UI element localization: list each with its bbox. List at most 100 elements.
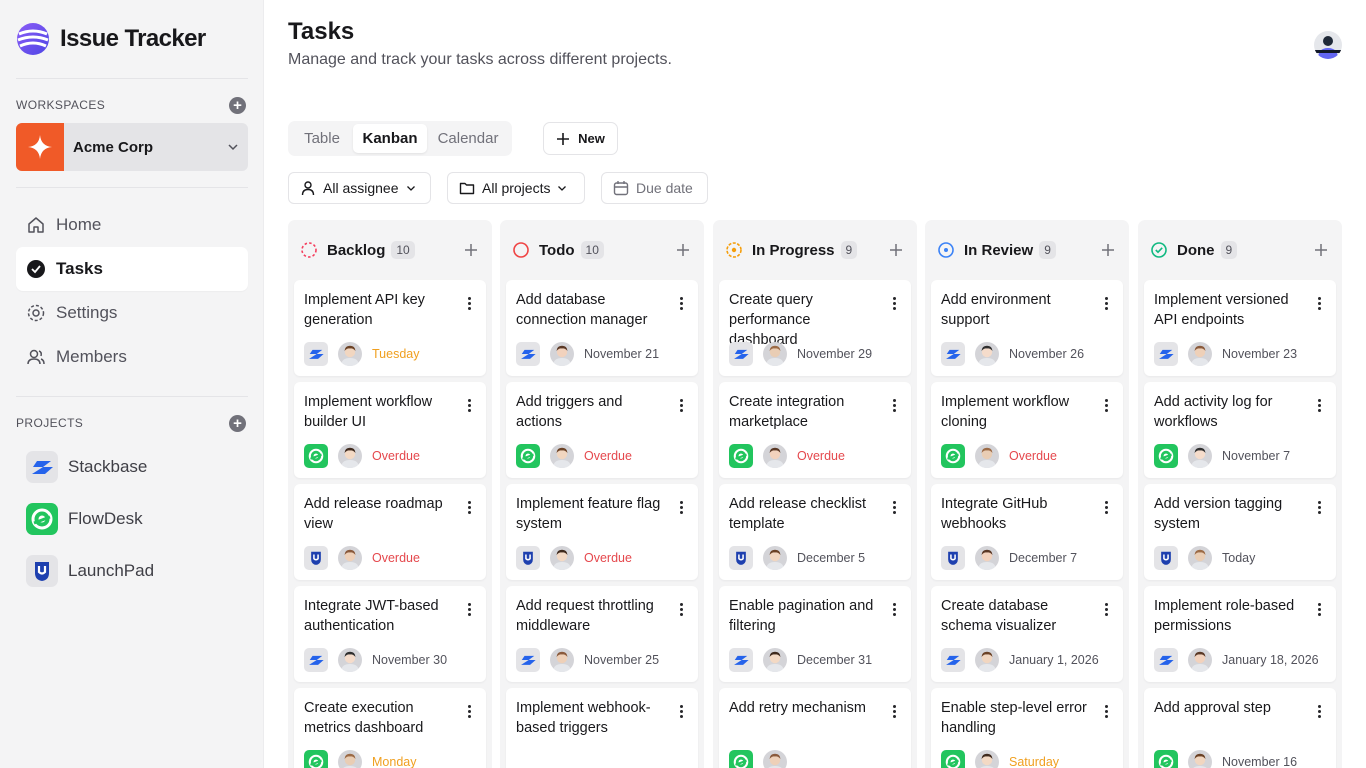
more-vertical-icon[interactable] xyxy=(1105,501,1109,514)
tab-calendar[interactable]: Calendar xyxy=(427,124,509,153)
more-vertical-icon[interactable] xyxy=(893,603,897,616)
tab-kanban[interactable]: Kanban xyxy=(353,124,427,153)
task-card[interactable]: Add database connection manager November … xyxy=(506,280,698,376)
task-card[interactable]: Create execution metrics dashboard Monday xyxy=(294,688,486,768)
assignee-avatar[interactable] xyxy=(763,648,787,672)
assignee-avatar[interactable] xyxy=(1188,546,1212,570)
task-card[interactable]: Implement feature flag system Overdue xyxy=(506,484,698,580)
more-vertical-icon[interactable] xyxy=(1105,399,1109,412)
more-vertical-icon[interactable] xyxy=(468,603,472,616)
more-vertical-icon[interactable] xyxy=(468,501,472,514)
task-card[interactable]: Implement workflow builder UI Overdue xyxy=(294,382,486,478)
more-vertical-icon[interactable] xyxy=(1318,501,1322,514)
more-vertical-icon[interactable] xyxy=(468,399,472,412)
more-vertical-icon[interactable] xyxy=(1105,297,1109,310)
task-card[interactable]: Add approval step November 16 xyxy=(1144,688,1336,768)
task-card[interactable]: Add release roadmap view Overdue xyxy=(294,484,486,580)
more-vertical-icon[interactable] xyxy=(893,297,897,310)
nav-members[interactable]: Members xyxy=(16,335,248,379)
tab-table[interactable]: Table xyxy=(291,124,353,153)
app-logo[interactable]: Issue Tracker xyxy=(16,22,206,56)
task-card[interactable]: Implement role-based permissions January … xyxy=(1144,586,1336,682)
more-vertical-icon[interactable] xyxy=(680,705,684,718)
due-date: November 30 xyxy=(372,653,448,667)
assignee-avatar[interactable] xyxy=(763,444,787,468)
task-card[interactable]: Implement workflow cloning Overdue xyxy=(931,382,1123,478)
add-project-button[interactable]: + xyxy=(229,415,246,432)
task-card[interactable]: Implement versioned API endpoints Novembe… xyxy=(1144,280,1336,376)
more-vertical-icon[interactable] xyxy=(1105,705,1109,718)
assignee-avatar[interactable] xyxy=(338,750,362,768)
assignee-avatar[interactable] xyxy=(975,546,999,570)
assignee-filter[interactable]: All assignee xyxy=(288,172,431,204)
assignee-avatar[interactable] xyxy=(550,648,574,672)
add-task-icon[interactable] xyxy=(1101,243,1115,257)
task-card[interactable]: Add version tagging system Today xyxy=(1144,484,1336,580)
assignee-avatar[interactable] xyxy=(550,546,574,570)
workspace-switcher[interactable]: Acme Corp xyxy=(16,123,248,171)
add-task-icon[interactable] xyxy=(464,243,478,257)
task-card[interactable]: Enable step-level error handling Saturday xyxy=(931,688,1123,768)
task-card[interactable]: Add release checklist template December 5 xyxy=(719,484,911,580)
assignee-avatar[interactable] xyxy=(1188,444,1212,468)
sidebar-project-launchpad[interactable]: LaunchPad xyxy=(26,554,154,588)
task-card[interactable]: Add environment support November 26 xyxy=(931,280,1123,376)
more-vertical-icon[interactable] xyxy=(893,501,897,514)
add-workspace-button[interactable]: + xyxy=(229,97,246,114)
more-vertical-icon[interactable] xyxy=(680,297,684,310)
task-card[interactable]: Add activity log for workflows November 7 xyxy=(1144,382,1336,478)
add-task-icon[interactable] xyxy=(676,243,690,257)
sidebar-project-flowdesk[interactable]: FlowDesk xyxy=(26,502,143,536)
add-task-icon[interactable] xyxy=(889,243,903,257)
assignee-avatar[interactable] xyxy=(550,342,574,366)
assignee-avatar[interactable] xyxy=(763,342,787,366)
task-card[interactable]: Implement webhook-based triggersWednesda… xyxy=(506,688,698,768)
task-card[interactable]: Create query performance dashboard Novemb… xyxy=(719,280,911,376)
assignee-avatar[interactable] xyxy=(338,546,362,570)
nav-home[interactable]: Home xyxy=(16,203,248,247)
more-vertical-icon[interactable] xyxy=(1318,705,1322,718)
more-vertical-icon[interactable] xyxy=(893,705,897,718)
more-vertical-icon[interactable] xyxy=(1318,603,1322,616)
assignee-avatar[interactable] xyxy=(763,546,787,570)
assignee-avatar[interactable] xyxy=(975,648,999,672)
task-card[interactable]: Implement API key generation Tuesday xyxy=(294,280,486,376)
task-card[interactable]: Integrate JWT-based authentication Novemb… xyxy=(294,586,486,682)
assignee-avatar[interactable] xyxy=(338,648,362,672)
projects-filter[interactable]: All projects xyxy=(447,172,585,204)
assignee-avatar[interactable] xyxy=(1188,648,1212,672)
due-date-filter[interactable]: Due date xyxy=(601,172,708,204)
more-vertical-icon[interactable] xyxy=(680,399,684,412)
more-vertical-icon[interactable] xyxy=(680,603,684,616)
more-vertical-icon[interactable] xyxy=(1318,297,1322,310)
task-card[interactable]: Add triggers and actions Overdue xyxy=(506,382,698,478)
task-card[interactable]: Add request throttling middleware Novembe… xyxy=(506,586,698,682)
assignee-avatar[interactable] xyxy=(1188,750,1212,768)
more-vertical-icon[interactable] xyxy=(1318,399,1322,412)
add-task-icon[interactable] xyxy=(1314,243,1328,257)
task-card[interactable]: Enable pagination and filtering December … xyxy=(719,586,911,682)
more-vertical-icon[interactable] xyxy=(893,399,897,412)
more-vertical-icon[interactable] xyxy=(1105,603,1109,616)
assignee-avatar[interactable] xyxy=(975,750,999,768)
column-title: Backlog xyxy=(327,241,386,259)
assignee-avatar[interactable] xyxy=(550,444,574,468)
task-card[interactable]: Create integration marketplace Overdue xyxy=(719,382,911,478)
assignee-avatar[interactable] xyxy=(1188,342,1212,366)
user-avatar[interactable] xyxy=(1314,31,1342,59)
task-card[interactable]: Create database schema visualizer January… xyxy=(931,586,1123,682)
assignee-avatar[interactable] xyxy=(975,342,999,366)
task-card[interactable]: Integrate GitHub webhooks December 7 xyxy=(931,484,1123,580)
nav-settings[interactable]: Settings xyxy=(16,291,248,335)
more-vertical-icon[interactable] xyxy=(468,705,472,718)
more-vertical-icon[interactable] xyxy=(468,297,472,310)
more-vertical-icon[interactable] xyxy=(680,501,684,514)
new-task-button[interactable]: New xyxy=(543,122,618,155)
nav-tasks[interactable]: Tasks xyxy=(16,247,248,291)
assignee-avatar[interactable] xyxy=(763,750,787,768)
task-card[interactable]: Add retry mechanism xyxy=(719,688,911,768)
assignee-avatar[interactable] xyxy=(338,444,362,468)
sidebar-project-stackbase[interactable]: Stackbase xyxy=(26,450,147,484)
assignee-avatar[interactable] xyxy=(975,444,999,468)
assignee-avatar[interactable] xyxy=(338,342,362,366)
